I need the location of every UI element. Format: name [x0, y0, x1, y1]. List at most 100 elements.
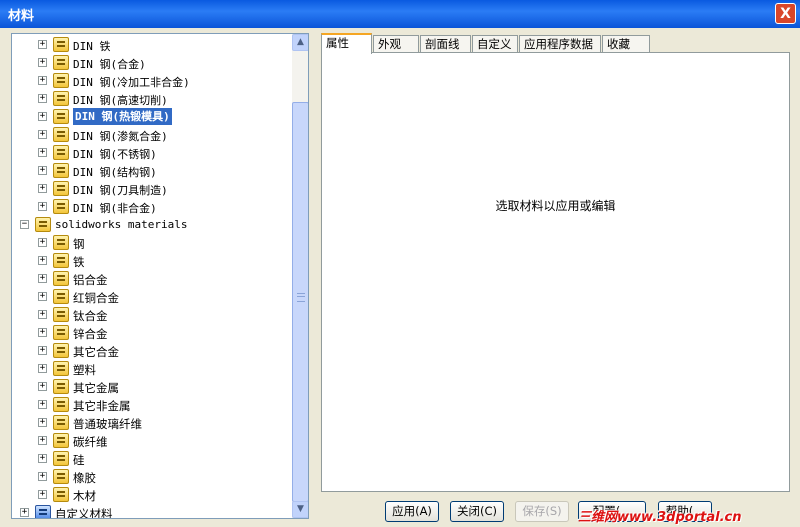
- material-library-icon: [53, 415, 69, 430]
- expand-icon[interactable]: +: [38, 490, 47, 499]
- expand-icon[interactable]: +: [38, 436, 47, 445]
- window-title: 材料: [8, 9, 35, 24]
- tree-node[interactable]: + 塑料: [12, 360, 292, 378]
- tree-node[interactable]: + DIN 钢(结构钢): [12, 162, 292, 180]
- tree-node-label: DIN 钢(热锻模具): [73, 108, 172, 125]
- tree-node[interactable]: + 碳纤维: [12, 432, 292, 450]
- tab-0[interactable]: 属性: [321, 33, 372, 54]
- tree-node[interactable]: − solidworks materials: [12, 216, 292, 234]
- save-button[interactable]: 保存(S): [515, 501, 569, 522]
- tree-node[interactable]: + 红铜合金: [12, 288, 292, 306]
- expand-icon[interactable]: +: [38, 472, 47, 481]
- expand-icon[interactable]: +: [38, 202, 47, 211]
- expand-icon[interactable]: +: [38, 400, 47, 409]
- expand-icon[interactable]: +: [38, 238, 47, 247]
- material-library-icon: [53, 271, 69, 286]
- material-library-icon: [53, 199, 69, 214]
- expand-icon[interactable]: +: [38, 292, 47, 301]
- apply-button[interactable]: 应用(A): [385, 501, 439, 522]
- tree-node[interactable]: + DIN 钢(非合金): [12, 198, 292, 216]
- material-library-icon: [53, 163, 69, 178]
- expand-icon[interactable]: +: [38, 328, 47, 337]
- material-library-icon: [53, 109, 69, 124]
- scroll-up-icon[interactable]: ▲: [292, 34, 308, 51]
- scroll-down-icon[interactable]: ▼: [292, 501, 308, 518]
- tree-node-label: DIN 钢(合金): [73, 58, 146, 71]
- expand-icon[interactable]: +: [38, 454, 47, 463]
- tree-node[interactable]: + 钛合金: [12, 306, 292, 324]
- tree-node-label: DIN 钢(高速切削): [73, 94, 168, 107]
- material-library-icon: [53, 343, 69, 358]
- material-library-icon: [53, 469, 69, 484]
- tree-node-label: DIN 钢(刀具制造): [73, 184, 168, 197]
- tree-node[interactable]: + 铝合金: [12, 270, 292, 288]
- expand-icon[interactable]: +: [38, 58, 47, 67]
- tree-node[interactable]: + DIN 钢(渗氮合金): [12, 126, 292, 144]
- material-library-icon: [53, 487, 69, 502]
- tab-4[interactable]: 应用程序数据: [519, 35, 601, 53]
- tree-node[interactable]: + DIN 铁: [12, 36, 292, 54]
- scroll-thumb[interactable]: [292, 102, 308, 502]
- tree-node-label: 钛合金: [73, 309, 108, 323]
- tree-node[interactable]: + 其它合金: [12, 342, 292, 360]
- expand-icon[interactable]: +: [38, 382, 47, 391]
- expand-icon[interactable]: +: [38, 310, 47, 319]
- tree-node[interactable]: + 橡胶: [12, 468, 292, 486]
- tree-node[interactable]: + DIN 钢(冷加工非合金): [12, 72, 292, 90]
- close-dialog-button[interactable]: 关闭(C): [450, 501, 504, 522]
- tree-node[interactable]: + 普通玻璃纤维: [12, 414, 292, 432]
- collapse-icon[interactable]: −: [20, 220, 29, 229]
- tree-node[interactable]: + 钢: [12, 234, 292, 252]
- tree-node-label: DIN 铁: [73, 40, 111, 53]
- tab-1[interactable]: 外观: [373, 35, 419, 53]
- tree-node[interactable]: + 木材: [12, 486, 292, 504]
- tree-node[interactable]: + 其它非金属: [12, 396, 292, 414]
- tree-node-label: 碳纤维: [73, 435, 108, 449]
- tree-node-label: DIN 钢(结构钢): [73, 166, 157, 179]
- tree-node[interactable]: + 其它金属: [12, 378, 292, 396]
- tree-scrollbar[interactable]: ▲ ▼: [292, 34, 308, 518]
- material-tree[interactable]: + DIN 铁 + DIN 钢(合金) + DIN 钢(冷加工非合金) + DIN 钢(高速切…: [11, 33, 309, 519]
- tree-node[interactable]: + 锌合金: [12, 324, 292, 342]
- tree-node-label: DIN 钢(渗氮合金): [73, 130, 168, 143]
- expand-icon[interactable]: +: [38, 256, 47, 265]
- tree-node-label: DIN 钢(冷加工非合金): [73, 76, 190, 89]
- tree-node-label: 其它金属: [73, 381, 119, 395]
- tree-node-label: 钢: [73, 237, 85, 251]
- tree-node[interactable]: + DIN 钢(热锻模具): [12, 108, 292, 126]
- expand-icon[interactable]: +: [38, 94, 47, 103]
- expand-icon[interactable]: +: [20, 508, 29, 517]
- expand-icon[interactable]: +: [38, 418, 47, 427]
- expand-icon[interactable]: +: [38, 76, 47, 85]
- expand-icon[interactable]: +: [38, 148, 47, 157]
- expand-icon[interactable]: +: [38, 346, 47, 355]
- tree-node[interactable]: + DIN 钢(高速切削): [12, 90, 292, 108]
- tree-node[interactable]: + DIN 钢(不锈钢): [12, 144, 292, 162]
- tree-node-label: 锌合金: [73, 327, 108, 341]
- tree-node[interactable]: + 硅: [12, 450, 292, 468]
- tree-node[interactable]: + DIN 钢(合金): [12, 54, 292, 72]
- expand-icon[interactable]: +: [38, 184, 47, 193]
- expand-icon[interactable]: +: [38, 112, 47, 121]
- material-library-icon: [53, 181, 69, 196]
- tab-5[interactable]: 收藏: [602, 35, 650, 53]
- expand-icon[interactable]: +: [38, 40, 47, 49]
- expand-icon[interactable]: +: [38, 130, 47, 139]
- tree-node[interactable]: + 自定义材料: [12, 504, 292, 518]
- close-button[interactable]: X: [775, 3, 796, 24]
- tab-3[interactable]: 自定义: [472, 35, 518, 53]
- material-library-icon: [53, 235, 69, 250]
- material-library-icon: [53, 361, 69, 376]
- tree-node[interactable]: + 铁: [12, 252, 292, 270]
- material-library-icon: [53, 91, 69, 106]
- expand-icon[interactable]: +: [38, 274, 47, 283]
- expand-icon[interactable]: +: [38, 364, 47, 373]
- material-library-icon: [53, 55, 69, 70]
- material-library-icon: [53, 127, 69, 142]
- tree-node-label: 硅: [73, 453, 85, 467]
- material-library-icon: [53, 289, 69, 304]
- material-library-icon: [53, 145, 69, 160]
- tree-node[interactable]: + DIN 钢(刀具制造): [12, 180, 292, 198]
- tab-2[interactable]: 剖面线: [420, 35, 471, 53]
- expand-icon[interactable]: +: [38, 166, 47, 175]
